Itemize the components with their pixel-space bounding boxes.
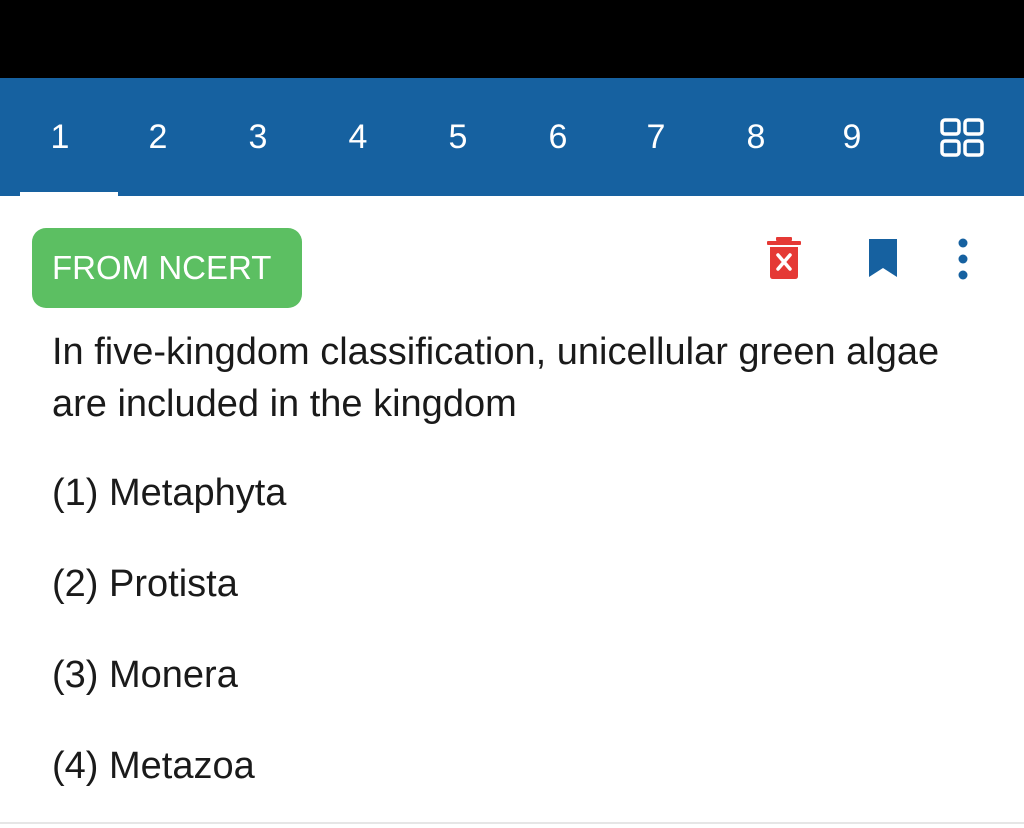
tab-question-7[interactable]: 7 [626,78,686,196]
tab-question-6[interactable]: 6 [528,78,588,196]
tab-question-9[interactable]: 9 [822,78,882,196]
delete-icon[interactable] [766,236,802,280]
tab-question-3[interactable]: 3 [228,78,288,196]
tab-question-2[interactable]: 2 [128,78,188,196]
question-text: In five-kingdom classification, unicellu… [52,331,940,425]
question-nav-bar: 1 2 3 4 5 6 7 8 9 [0,78,1024,196]
option-3[interactable]: (3) Monera [52,654,238,697]
grid-view-icon[interactable] [940,118,984,158]
source-badge: FROM NCERT [32,228,302,308]
more-vertical-icon[interactable] [952,238,974,280]
status-bar [0,0,1024,78]
option-2[interactable]: (2) Protista [52,563,238,606]
option-1[interactable]: (1) Metaphyta [52,472,286,515]
tab-question-5[interactable]: 5 [428,78,488,196]
tab-question-4[interactable]: 4 [328,78,388,196]
active-tab-indicator [20,192,118,196]
bookmark-icon[interactable] [866,236,900,280]
tab-question-8[interactable]: 8 [726,78,786,196]
divider [0,822,1024,824]
option-4[interactable]: (4) Metazoa [52,745,255,788]
tab-question-1[interactable]: 1 [30,78,90,196]
